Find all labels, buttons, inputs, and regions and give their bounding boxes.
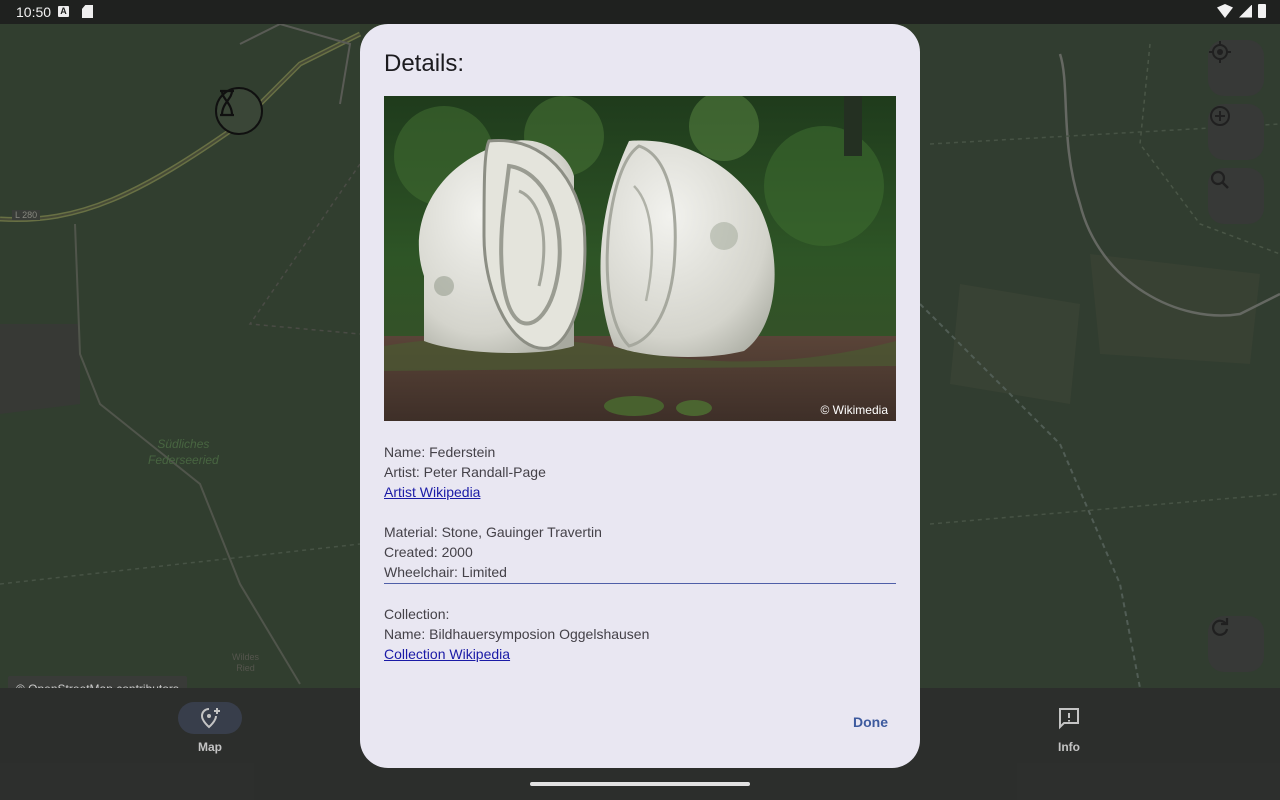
photo-credit: © Wikimedia [820, 403, 888, 417]
accessibility-notification-icon: A [58, 6, 69, 17]
collection-name: Name: Bildhauersymposion Oggelshausen [384, 626, 650, 642]
status-time: 10:50 [16, 4, 52, 20]
battery-icon [1258, 4, 1266, 18]
collection-wikipedia-link[interactable]: Collection Wikipedia [384, 646, 510, 662]
done-button[interactable]: Done [845, 708, 896, 736]
details-text: Name: Federstein Artist: Peter Randall-P… [384, 442, 896, 664]
artwork-photo[interactable]: © Wikimedia [384, 96, 896, 421]
cell-signal-icon [1239, 4, 1252, 18]
wifi-icon [1217, 4, 1233, 18]
artwork-wheelchair: Wheelchair: Limited [384, 564, 507, 580]
dialog-title: Details: [384, 50, 465, 77]
details-divider [384, 583, 896, 584]
sd-card-icon [82, 5, 93, 18]
artist-wikipedia-link[interactable]: Artist Wikipedia [384, 484, 480, 500]
artwork-material: Material: Stone, Gauinger Travertin [384, 524, 602, 540]
collection-heading: Collection: [384, 606, 450, 622]
artwork-created: Created: 2000 [384, 544, 473, 560]
details-dialog: Details: © Wikimedia Name: Federstein Ar… [360, 24, 920, 768]
sculpture-photo-image [384, 96, 896, 421]
status-right-icons [1217, 4, 1266, 18]
status-bar: 10:50 A [0, 0, 1280, 24]
artwork-artist: Artist: Peter Randall-Page [384, 464, 546, 480]
artwork-name: Name: Federstein [384, 444, 496, 460]
